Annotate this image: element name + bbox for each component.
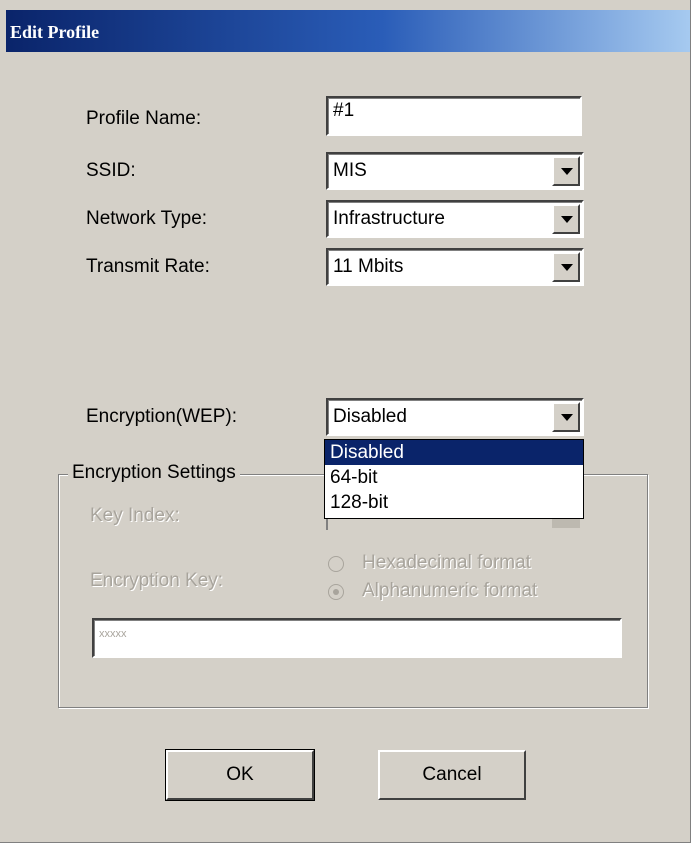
encryption-option-disabled[interactable]: Disabled: [325, 440, 583, 465]
chevron-down-icon[interactable]: [552, 204, 580, 234]
network-type-value: Infrastructure: [333, 208, 445, 229]
encryption-key-value: xxxxx: [99, 628, 127, 640]
encryption-key-label: Encryption Key:: [90, 570, 224, 591]
profile-name-value: #1: [333, 100, 355, 121]
hex-format-label: Hexadecimal format: [362, 552, 531, 573]
profile-name-label: Profile Name:: [86, 108, 202, 129]
ssid-value: MIS: [333, 160, 367, 181]
chevron-down-icon[interactable]: [552, 402, 580, 432]
encryption-dropdown-list: Disabled 64-bit 128-bit: [324, 439, 584, 519]
profile-name-input[interactable]: #1: [326, 96, 582, 136]
transmit-rate-label: Transmit Rate:: [86, 256, 210, 277]
window-title: Edit Profile: [10, 22, 100, 42]
encryption-settings-title: Encryption Settings: [68, 462, 240, 484]
encryption-option-64bit[interactable]: 64-bit: [325, 465, 583, 490]
cancel-button[interactable]: Cancel: [378, 750, 526, 800]
title-bar[interactable]: Edit Profile: [6, 10, 690, 52]
transmit-rate-value: 11 Mbits: [333, 256, 404, 277]
ok-button[interactable]: OK: [165, 749, 315, 801]
chevron-down-icon[interactable]: [552, 252, 580, 282]
network-type-combo[interactable]: Infrastructure: [326, 200, 584, 238]
ssid-label: SSID:: [86, 160, 136, 181]
alpha-format-label: Alphanumeric format: [362, 580, 538, 601]
hex-format-radio: [328, 556, 344, 572]
encryption-option-128bit[interactable]: 128-bit: [325, 490, 583, 515]
ssid-combo[interactable]: MIS: [326, 152, 584, 190]
edit-profile-dialog: Edit Profile Profile Name: #1 SSID: MIS …: [0, 0, 691, 843]
encryption-value: Disabled: [333, 406, 407, 427]
network-type-label: Network Type:: [86, 208, 208, 229]
key-index-label: Key Index:: [90, 505, 180, 526]
encryption-combo[interactable]: Disabled: [326, 398, 584, 436]
encryption-key-input: xxxxx: [92, 618, 622, 658]
transmit-rate-combo[interactable]: 11 Mbits: [326, 248, 584, 286]
encryption-label: Encryption(WEP):: [86, 406, 237, 427]
chevron-down-icon[interactable]: [552, 156, 580, 186]
alpha-format-radio: [328, 584, 344, 600]
